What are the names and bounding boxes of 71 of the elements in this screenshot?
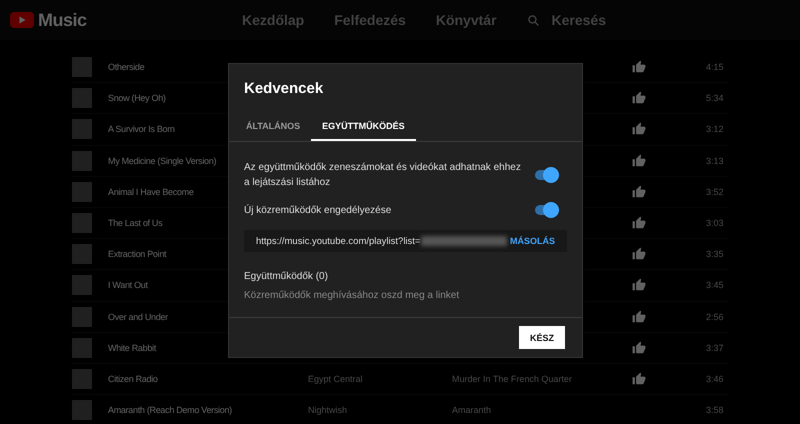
song-duration: 3:13: [706, 154, 724, 167]
song-duration: 3:46: [706, 372, 724, 385]
thumbs-up-icon[interactable]: [632, 184, 646, 199]
photo-placeholder: [72, 88, 92, 108]
photo-placeholder: [72, 213, 92, 234]
thumbs-up-icon[interactable]: [632, 247, 646, 262]
nav-link[interactable]: Könyvtár: [436, 12, 497, 28]
setting-label: Új közreműködők engedélyezése: [244, 203, 392, 218]
copy-button[interactable]: MÁSOLÁS: [510, 236, 555, 246]
thumbs-up-icon[interactable]: [632, 372, 646, 386]
song-duration: 5:34: [706, 92, 724, 104]
photo-placeholder: [72, 182, 92, 202]
photo-placeholder: [72, 368, 92, 389]
song-title[interactable]: I Want Out: [108, 279, 148, 292]
photo-placeholder: [72, 306, 92, 327]
play-logo-icon: [10, 12, 34, 28]
nav-link[interactable]: Felfedezés: [334, 12, 406, 28]
song-title[interactable]: Extraction Point: [108, 248, 166, 260]
nav-link[interactable]: Kezdőlap: [242, 12, 304, 28]
song-album[interactable]: Murder In The French Quarter: [452, 372, 572, 385]
setting-label: Az együttműködők zeneszámokat és videókat adhatnak ehhez a lejátszási listához: [244, 161, 522, 190]
done-button[interactable]: KÉSZ: [519, 326, 565, 349]
thumbs-up-icon[interactable]: [632, 122, 646, 136]
song-title[interactable]: A Survivor Is Born: [108, 123, 175, 136]
song-duration: 3:37: [706, 342, 724, 354]
song-title[interactable]: My Medicine (Single Version): [108, 154, 216, 167]
search-link[interactable]: Keresés: [526, 12, 606, 28]
song-title[interactable]: Amaranth (Reach Demo Version): [108, 404, 232, 416]
song-duration: 3:45: [706, 279, 724, 292]
song-title[interactable]: The Last of Us: [108, 217, 162, 230]
dialog-tab[interactable]: EGYÜTTMŰKÖDÉS: [311, 115, 416, 141]
dialog-title: Kedvencek: [243, 79, 324, 97]
photo-placeholder: [72, 275, 92, 296]
photo-placeholder: [72, 338, 92, 358]
thumbs-up-icon[interactable]: [632, 310, 646, 324]
song-artist[interactable]: Egypt Central: [308, 372, 363, 385]
thumbs-up-icon[interactable]: [632, 154, 646, 168]
link-field[interactable]: https://music.youtube.com/playlist?list= MÁSOLÁS: [244, 230, 567, 252]
photo-placeholder: [72, 400, 92, 420]
song-duration: 3:35: [706, 248, 724, 260]
dialog-tab[interactable]: ÁLTALÁNOS: [235, 115, 312, 141]
thumbs-up-icon[interactable]: [632, 91, 646, 106]
photo-placeholder: [72, 150, 92, 171]
song-title[interactable]: Animal I Have Become: [108, 186, 194, 198]
collaborators-heading: Együttműködők (0): [244, 271, 329, 282]
song-artist[interactable]: Nightwish: [308, 404, 348, 416]
song-duration: 3:12: [706, 123, 724, 136]
song-title[interactable]: White Rabbit: [108, 342, 156, 354]
song-duration: 3:52: [706, 186, 724, 198]
search-icon: [526, 14, 540, 26]
thumbs-up-icon[interactable]: [632, 216, 646, 230]
song-title[interactable]: Otherside: [108, 61, 144, 74]
song-title[interactable]: Over and Under: [108, 310, 168, 323]
song-title[interactable]: Citizen Radio: [108, 372, 158, 385]
thumbs-up-icon[interactable]: [632, 278, 646, 292]
logo-text: Music: [38, 10, 87, 30]
photo-placeholder: [72, 119, 92, 140]
song-title[interactable]: Snow (Hey Oh): [108, 92, 166, 104]
song-album[interactable]: Amaranth: [452, 404, 492, 416]
song-duration: 2:56: [706, 310, 724, 323]
song-duration: 3:58: [706, 404, 724, 416]
playlist-url: https://music.youtube.com/playlist?list=: [256, 236, 420, 246]
toggle-switch[interactable]: [533, 202, 559, 218]
toggle-switch[interactable]: [533, 167, 559, 183]
photo-placeholder: [72, 57, 92, 78]
song-duration: 3:03: [706, 217, 724, 230]
thumbs-up-icon[interactable]: [632, 60, 646, 74]
collaborators-hint: Közreműködők meghívásához oszd meg a linket: [244, 290, 460, 301]
photo-placeholder: [72, 244, 92, 264]
thumbs-up-icon[interactable]: [632, 340, 646, 355]
song-duration: 4:15: [706, 61, 724, 74]
